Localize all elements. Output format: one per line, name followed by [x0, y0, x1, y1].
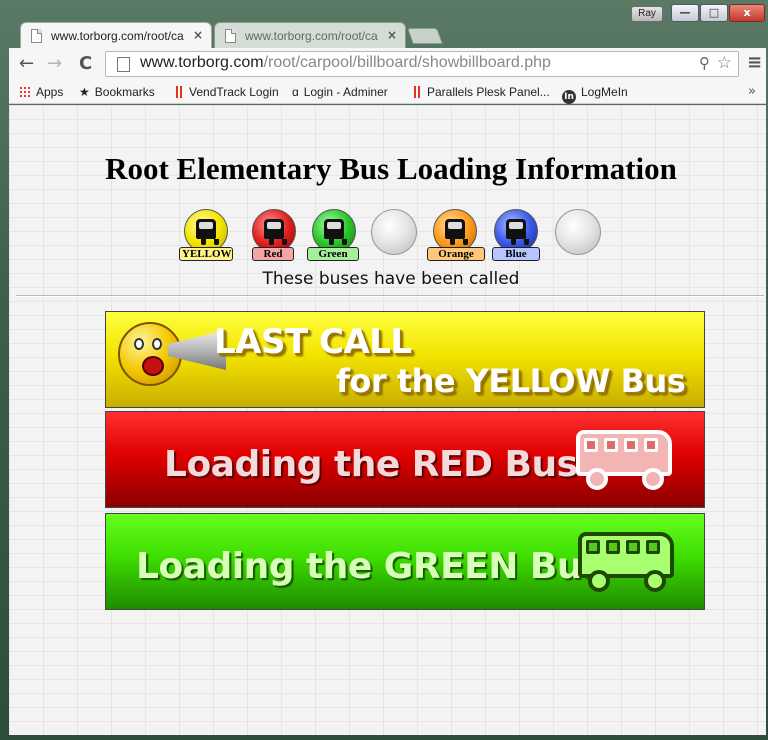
bookmark-vendtrack[interactable]: VendTrack Login	[176, 85, 279, 99]
tab-inactive[interactable]: www.torborg.com/root/ca ×	[214, 22, 406, 48]
bus-empty-slot	[555, 209, 601, 255]
title-bar: Ray — □ x www.torborg.com/root/ca × www.…	[0, 0, 768, 48]
bus-icon-orange: Orange	[427, 209, 485, 265]
tab-title: www.torborg.com/root/ca	[51, 29, 184, 43]
apps-grid-icon	[19, 86, 31, 98]
banner-loading-green: Loading the GREEN Bus	[105, 513, 705, 610]
forward-arrow-icon[interactable]: →	[47, 53, 62, 74]
page-icon	[31, 29, 42, 43]
bus-wheels	[328, 239, 348, 245]
bus-icon-blue: Blue	[491, 209, 541, 265]
bus-wheel	[642, 468, 664, 490]
red-bars-icon	[414, 86, 420, 98]
tab-close-icon[interactable]: ×	[387, 28, 397, 42]
bus-wheel	[586, 468, 608, 490]
bus-wheel	[588, 570, 610, 592]
page-icon	[225, 29, 236, 43]
bookmark-label: Login - Adminer	[303, 85, 388, 99]
bookmark-label: VendTrack Login	[189, 85, 279, 99]
bus-wheels	[268, 239, 288, 245]
bookmark-bookmarks[interactable]: ★ Bookmarks	[79, 85, 155, 99]
back-arrow-icon[interactable]: ←	[19, 53, 34, 74]
url-host: www.torborg.com	[140, 54, 264, 71]
bus-window	[624, 438, 638, 452]
bookmark-plesk[interactable]: Parallels Plesk Panel...	[414, 85, 550, 99]
address-bar[interactable]: www.torborg.com/root/carpool/billboard/s…	[105, 51, 739, 77]
bus-empty-slot	[371, 209, 417, 255]
tab-title: www.torborg.com/root/ca	[245, 29, 378, 43]
bus-icon	[578, 532, 678, 596]
bus-icon-red: Red	[249, 209, 299, 265]
bus-wheels	[449, 239, 469, 245]
bookmark-star-icon[interactable]: ☆	[717, 53, 732, 73]
page-viewport: Root Elementary Bus Loading Information …	[9, 105, 766, 735]
bookmarks-overflow-icon[interactable]: »	[748, 84, 756, 99]
bus-window	[604, 438, 618, 452]
bus-window	[626, 540, 640, 554]
bus-window	[606, 540, 620, 554]
new-tab-button[interactable]	[407, 28, 443, 44]
bus-label: Red	[252, 247, 294, 261]
last-call-heading: LAST CALL	[214, 322, 412, 362]
adminer-icon: ɑ	[292, 85, 299, 99]
bus-wheel	[644, 570, 666, 592]
reload-icon[interactable]: C	[79, 53, 92, 74]
banner-last-call-yellow: LAST CALL for the YELLOW Bus	[105, 311, 705, 408]
bus-wheels	[200, 239, 220, 245]
bus-icon	[576, 430, 676, 494]
eye	[134, 338, 144, 350]
red-bars-icon	[176, 86, 182, 98]
bus-label: Green	[307, 247, 359, 261]
browser-toolbar: ← → C www.torborg.com/root/carpool/billb…	[9, 48, 766, 80]
logmein-icon: In	[562, 90, 576, 104]
bookmark-label: Parallels Plesk Panel...	[427, 85, 550, 99]
bookmark-label: Bookmarks	[94, 85, 155, 99]
bus-window	[586, 540, 600, 554]
user-badge[interactable]: Ray	[631, 6, 663, 22]
bus-label: Orange	[427, 247, 485, 261]
loading-green-text: Loading the GREEN Bus	[136, 546, 603, 587]
loading-red-text: Loading the RED Bus	[164, 444, 578, 485]
close-window-button[interactable]: x	[729, 4, 765, 22]
url-path: /root/carpool/billboard/showbillboard.ph…	[263, 54, 551, 71]
bus-icon-yellow: YELLOW	[179, 209, 233, 265]
bus-window	[584, 438, 598, 452]
bookmark-label: LogMeIn	[581, 85, 628, 99]
bus-icon-green: Green	[307, 209, 359, 265]
bookmarks-bar: Apps ★ Bookmarks VendTrack Login ɑ Login -…	[9, 80, 766, 104]
bus-label: Blue	[492, 247, 540, 261]
page-title: Root Elementary Bus Loading Information	[105, 151, 677, 186]
bookmark-apps[interactable]: Apps	[19, 85, 63, 99]
menu-icon[interactable]: ≡	[747, 52, 762, 73]
called-buses-caption: These buses have been called	[262, 269, 520, 289]
bus-window	[644, 438, 658, 452]
maximize-button[interactable]: □	[700, 4, 728, 22]
bookmark-label: Apps	[36, 85, 64, 99]
star-icon: ★	[79, 85, 90, 99]
search-icon[interactable]: ⚲	[699, 54, 710, 72]
bus-window	[646, 540, 660, 554]
tab-active[interactable]: www.torborg.com/root/ca ×	[20, 22, 212, 48]
minimize-button[interactable]: —	[671, 4, 699, 22]
last-call-subheading: for the YELLOW Bus	[336, 362, 686, 400]
url-text[interactable]: www.torborg.com/root/carpool/billboard/s…	[140, 54, 551, 72]
tab-close-icon[interactable]: ×	[193, 28, 203, 42]
bus-wheels	[510, 239, 530, 245]
bookmark-adminer[interactable]: ɑ Login - Adminer	[292, 85, 388, 99]
divider	[16, 295, 764, 297]
eye	[152, 338, 162, 350]
mouth	[142, 356, 164, 376]
banner-loading-red: Loading the RED Bus	[105, 411, 705, 508]
bookmark-logmein[interactable]: In LogMeIn	[562, 85, 628, 104]
bus-label: YELLOW	[179, 247, 233, 261]
page-icon	[117, 57, 130, 72]
browser-window: Ray — □ x www.torborg.com/root/ca × www.…	[0, 0, 768, 740]
